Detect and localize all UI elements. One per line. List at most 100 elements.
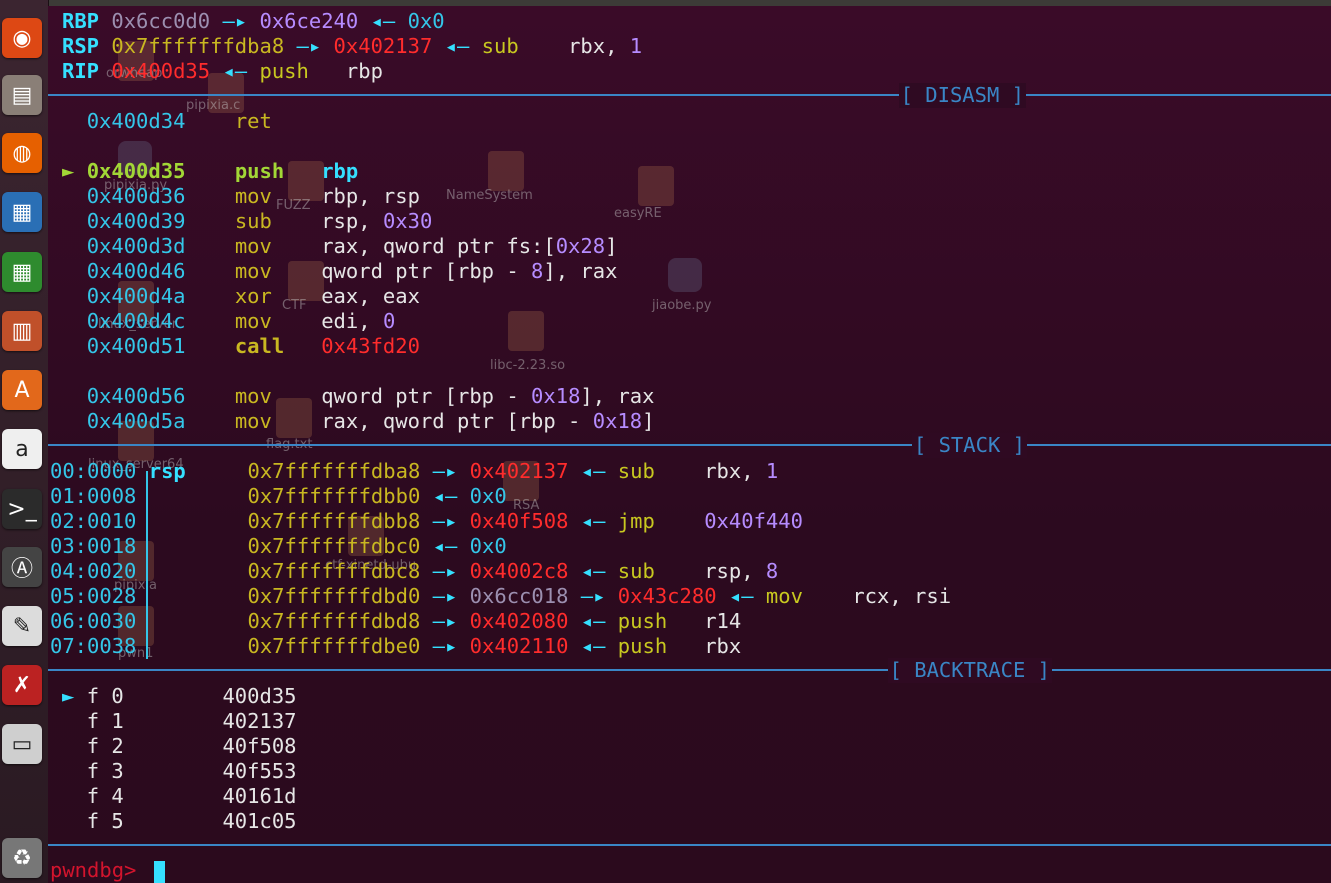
chain-part: rbx, bbox=[518, 34, 630, 58]
instruction-address: 0x400d56 bbox=[86, 384, 186, 408]
stack-register-label bbox=[149, 559, 198, 583]
chain-part: 0x7fffffffdbe0 bbox=[247, 634, 421, 658]
terminal-window[interactable]: orwheap pipixia.c pipixia.py FUZZ NameSystem… bbox=[48, 6, 1331, 883]
software-center-icon[interactable]: A bbox=[2, 370, 42, 410]
section-header-stack: [ STACK ] bbox=[911, 433, 1027, 458]
desktop-file-label: jiaobe.py bbox=[652, 298, 712, 313]
chain-part: jmp bbox=[617, 509, 655, 533]
disasm-line: 0x400d3d mov rax, qword ptr fs:[0x28] bbox=[62, 234, 618, 259]
writer-icon[interactable]: ▦ bbox=[2, 192, 42, 232]
impress-icon[interactable]: ▥ bbox=[2, 311, 42, 351]
chain-part: ◂— bbox=[568, 509, 618, 533]
backtrace-current-frame: ► f 0 400d35 bbox=[62, 684, 297, 709]
chain-part: r14 bbox=[667, 609, 742, 633]
settings-icon[interactable]: ✗ bbox=[2, 665, 42, 705]
frame-number: f 1 bbox=[86, 709, 124, 733]
calc-icon[interactable]: ▦ bbox=[2, 252, 42, 292]
chain-part: 0x43c280 bbox=[617, 584, 717, 608]
terminal-icon[interactable]: >_ bbox=[2, 489, 42, 529]
chain-part: 0x40f440 bbox=[704, 509, 803, 533]
instruction-mnemonic: mov bbox=[234, 409, 322, 433]
stack-register-label bbox=[149, 634, 198, 658]
files-icon[interactable]: ▤ bbox=[2, 75, 42, 115]
disasm-line: 0x400d4a xor eax, eax bbox=[62, 284, 420, 309]
backtrace-frame: f 3 40f553 bbox=[62, 759, 297, 784]
chain-part: 8 bbox=[765, 559, 779, 583]
instruction-operand: 0x18 bbox=[531, 384, 581, 408]
frame-address: 40f508 bbox=[222, 734, 297, 758]
register-name: RBP bbox=[62, 9, 100, 33]
stack-offset: 05:0028 bbox=[50, 584, 137, 608]
chain-part: 0x402080 bbox=[469, 609, 569, 633]
chain-part: 0x7fffffffdbb8 bbox=[247, 509, 421, 533]
disasm-current-line: ► 0x400d35 push rbp bbox=[62, 159, 358, 184]
instruction-operand: qword ptr [rbp - bbox=[321, 384, 532, 408]
instruction-operand: 0x30 bbox=[382, 209, 433, 233]
chain-part: 0x7fffffffdbd8 bbox=[247, 609, 421, 633]
chain-part: —▸ bbox=[420, 459, 470, 483]
firefox-icon[interactable]: ◍ bbox=[2, 133, 42, 173]
terminal-cursor[interactable] bbox=[154, 861, 165, 883]
instruction-mnemonic: call bbox=[234, 334, 322, 358]
instruction-operand: ], rax bbox=[543, 259, 618, 283]
instruction-address: 0x400d3d bbox=[86, 234, 186, 258]
chain-part: ◂— bbox=[568, 634, 618, 658]
instruction-operand: ], rax bbox=[580, 384, 655, 408]
chain-part: 0x7fffffffdbb0 bbox=[247, 484, 421, 508]
register-name: RSP bbox=[62, 34, 100, 58]
chain-part: —▸ bbox=[420, 584, 470, 608]
chain-part: sub bbox=[617, 459, 655, 483]
frame-address: 400d35 bbox=[222, 684, 297, 708]
frame-number: f 2 bbox=[86, 734, 124, 758]
frame-address: 401c05 bbox=[222, 809, 297, 833]
text-editor-icon[interactable]: ✎ bbox=[2, 606, 42, 646]
chain-part: 0x4002c8 bbox=[469, 559, 569, 583]
ubuntu-icon[interactable]: ◉ bbox=[2, 18, 42, 58]
stack-offset: 03:0018 bbox=[50, 534, 137, 558]
trash-icon[interactable]: ♻ bbox=[2, 838, 42, 878]
stack-row: 01:0008 0x7fffffffdbb0 ◂— 0x0 bbox=[50, 484, 507, 509]
instruction-operand: 0x18 bbox=[592, 409, 643, 433]
chain-part: mov bbox=[765, 584, 803, 608]
chain-part: ◂— bbox=[568, 459, 618, 483]
desktop-file-icon bbox=[668, 258, 702, 292]
instruction-mnemonic: xor bbox=[234, 284, 322, 308]
instruction-operand: eax, eax bbox=[321, 284, 420, 308]
disasm-line: 0x400d51 call 0x43fd20 bbox=[62, 334, 420, 359]
updater-icon[interactable]: Ⓐ bbox=[2, 547, 42, 587]
disasm-line: 0x400d46 mov qword ptr [rbp - 8], rax bbox=[62, 259, 618, 284]
unity-launcher: ◉ ▤ ◍ ▦ ▦ ▥ Aa >_ Ⓐ ✎ ✗ ▭ ♻ bbox=[0, 0, 49, 883]
chain-part: rsp, bbox=[654, 559, 766, 583]
frame-number: f 4 bbox=[86, 784, 124, 808]
chain-part: 0x7fffffffdbc0 bbox=[247, 534, 421, 558]
backtrace-frame: f 2 40f508 bbox=[62, 734, 297, 759]
instruction-mnemonic: mov bbox=[234, 259, 322, 283]
instruction-operand: 0x43fd20 bbox=[321, 334, 420, 358]
disk-icon[interactable]: ▭ bbox=[2, 724, 42, 764]
backtrace-frame: f 4 40161d bbox=[62, 784, 297, 809]
chain-part: —▸ bbox=[420, 609, 470, 633]
current-frame-arrow-icon: ► bbox=[62, 684, 75, 708]
disasm-line: 0x400d56 mov qword ptr [rbp - 0x18], rax bbox=[62, 384, 655, 409]
amazon-icon[interactable]: a bbox=[2, 429, 42, 469]
disasm-separator bbox=[48, 94, 1331, 96]
